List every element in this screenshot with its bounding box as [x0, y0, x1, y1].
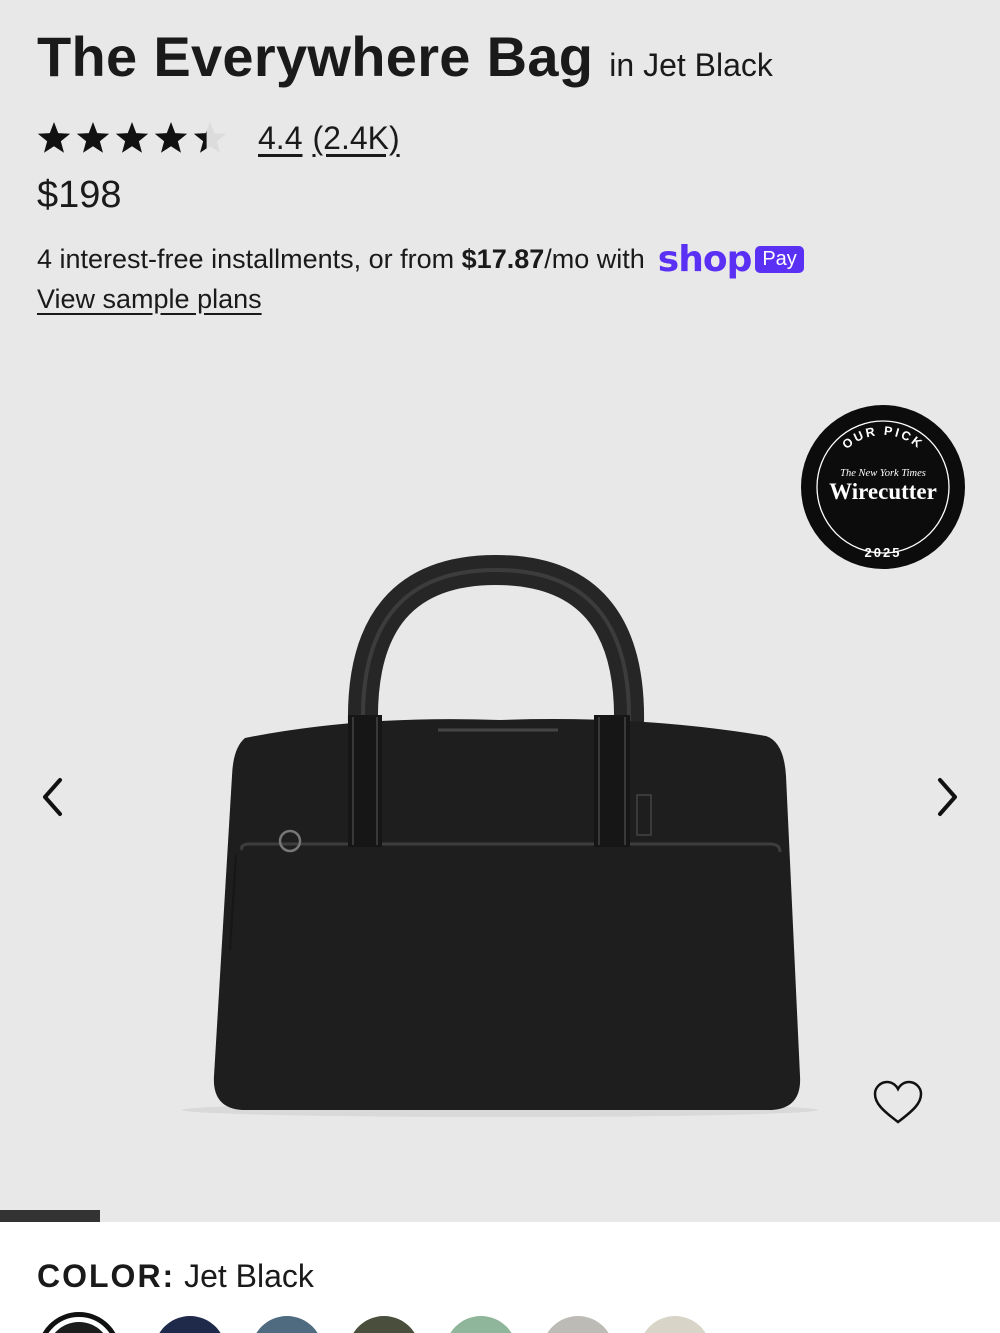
product-heading: The Everywhere Bag in Jet Black: [37, 24, 773, 89]
shop-pay-logo: shop Pay: [658, 239, 804, 280]
color-selector-label: COLOR: Jet Black: [37, 1258, 314, 1295]
color-swatch[interactable]: [348, 1316, 420, 1333]
rating-value: 4.4: [258, 119, 303, 156]
color-swatch[interactable]: [37, 1312, 121, 1333]
badge-publisher: The New York Times: [840, 468, 926, 479]
star-filled: [37, 122, 71, 153]
color-swatch[interactable]: [542, 1316, 614, 1333]
installments-prefix: 4 interest-free installments, or from: [37, 244, 462, 274]
product-price: $198: [37, 174, 122, 216]
shop-pay-word: shop: [657, 239, 753, 280]
installments-info: 4 interest-free installments, or from $1…: [37, 239, 804, 280]
color-swatch[interactable]: [251, 1316, 323, 1333]
star-rating: [37, 114, 237, 162]
rating-row: 4.4 (2.4K): [37, 114, 400, 162]
installments-amount: $17.87: [461, 244, 545, 274]
star-filled: [76, 122, 110, 153]
installments-suffix: /mo with: [544, 244, 645, 274]
badge-year: 2025: [865, 545, 902, 560]
color-label-value: Jet Black: [184, 1258, 314, 1294]
view-sample-plans-link[interactable]: View sample plans: [37, 284, 262, 315]
gallery-progress-bar: [0, 1210, 1000, 1222]
badge-name: Wirecutter: [829, 479, 937, 504]
color-swatches: [37, 1312, 997, 1333]
chevron-left-icon[interactable]: [28, 770, 78, 826]
gallery-progress-fill: [0, 1210, 100, 1222]
product-variant: in Jet Black: [609, 47, 773, 83]
product-gallery-area: The Everywhere Bag in Jet Black 4.4 (2.4K…: [0, 0, 1000, 1222]
color-swatch[interactable]: [154, 1316, 226, 1333]
star-filled: [154, 122, 188, 153]
color-swatch-fill: [47, 1322, 111, 1333]
product-title: The Everywhere Bag: [37, 25, 594, 88]
product-image: [182, 554, 818, 1117]
color-label-key: COLOR:: [37, 1258, 176, 1294]
heart-outline-icon[interactable]: [872, 1079, 924, 1127]
color-swatch[interactable]: [445, 1316, 517, 1333]
reviews-link[interactable]: 4.4 (2.4K): [258, 120, 400, 157]
chevron-right-icon[interactable]: [922, 770, 972, 826]
shop-pay-badge: Pay: [755, 246, 804, 273]
review-count: (2.4K): [312, 119, 400, 156]
star-filled: [115, 122, 149, 153]
star-rating-icon: [37, 122, 227, 153]
color-swatch[interactable]: [639, 1316, 711, 1333]
